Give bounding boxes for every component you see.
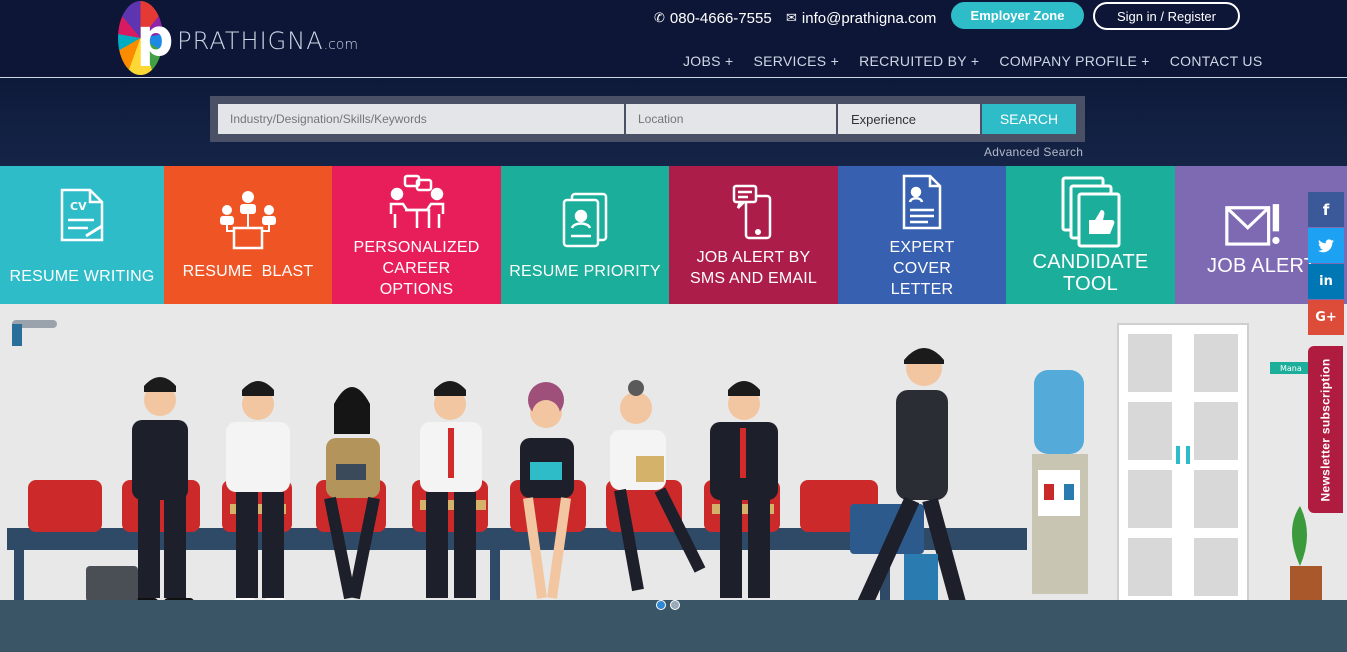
phone-contact[interactable]: ✆ 080-4666-7555 — [654, 8, 772, 28]
tile-candidate-tool[interactable]: CANDIDATE TOOL — [1006, 166, 1175, 304]
googleplus-icon[interactable]: G+ — [1308, 300, 1344, 335]
signin-register-button[interactable]: Sign in / Register — [1093, 2, 1240, 30]
tile-job-alert-sms-email[interactable]: JOB ALERT BY SMS AND EMAIL — [669, 166, 838, 304]
tile-label: JOB ALERT BY SMS AND EMAIL — [689, 249, 818, 287]
tile-label: RESUME PRIORITY — [509, 262, 661, 280]
experience-select[interactable]: Experience — [838, 104, 980, 134]
nav-services[interactable]: SERVICES + — [753, 53, 839, 69]
email-address: info@prathigna.com — [801, 9, 937, 27]
profile-cards-icon — [555, 189, 615, 251]
svg-text:CV: CV — [70, 200, 87, 213]
tile-resume-writing[interactable]: CV RESUME WRITING — [0, 166, 164, 304]
job-search-form: Experience SEARCH — [210, 96, 1085, 142]
site-header: p PRATHIGNA.com ✆ 080-4666-7555 ✉ info@p… — [0, 0, 1347, 78]
phone-icon: ✆ — [654, 10, 665, 25]
tile-label: RESUME WRITING — [9, 267, 155, 285]
tile-label: RESUME BLAST — [182, 262, 314, 280]
twitter-icon[interactable] — [1308, 228, 1344, 263]
hero-banner: Mana — [0, 304, 1347, 652]
tile-label: PERSONALIZED CAREER OPTIONS — [353, 238, 480, 298]
nav-contact-us[interactable]: CONTACT US — [1170, 53, 1263, 69]
team-network-icon — [218, 189, 278, 251]
tile-expert-cover-letter[interactable]: EXPERT COVER LETTER — [838, 166, 1006, 304]
mobile-message-icon — [724, 181, 784, 243]
logo-text: PRATHIGNA.com — [177, 26, 358, 55]
tile-resume-blast[interactable]: RESUME BLAST — [164, 166, 332, 304]
carousel-dot-2[interactable] — [670, 600, 680, 610]
carousel-dots — [656, 600, 680, 610]
newsletter-subscription-tab[interactable]: Newsletter subscription — [1308, 346, 1343, 513]
thumbs-up-cards-icon — [1059, 175, 1123, 249]
tile-resume-priority[interactable]: RESUME PRIORITY — [501, 166, 669, 304]
tile-label: EXPERT COVER LETTER — [889, 238, 955, 298]
tile-personalized-career-options[interactable]: PERSONALIZED CAREER OPTIONS — [332, 166, 501, 304]
social-sidebar: f in G+ — [1308, 192, 1344, 336]
advanced-search-link[interactable]: Advanced Search — [984, 145, 1083, 159]
employer-zone-button[interactable]: Employer Zone — [951, 2, 1084, 29]
logo-mark-icon: p — [118, 0, 174, 75]
mail-alert-icon — [1225, 194, 1285, 256]
facebook-icon[interactable]: f — [1308, 192, 1344, 227]
phone-number: 080-4666-7555 — [669, 9, 772, 27]
nav-company-profile[interactable]: COMPANY PROFILE + — [999, 53, 1149, 69]
envelope-icon: ✉ — [786, 10, 797, 25]
nav-jobs[interactable]: JOBS + — [683, 53, 733, 69]
keywords-input[interactable] — [218, 104, 624, 134]
location-input[interactable] — [626, 104, 836, 134]
profile-document-icon — [892, 171, 952, 233]
manager-sign-text: Mana — [1280, 364, 1302, 373]
search-button[interactable]: SEARCH — [982, 104, 1076, 134]
tile-label: JOB ALERT — [1207, 254, 1317, 277]
email-contact[interactable]: ✉ info@prathigna.com — [786, 8, 936, 28]
meeting-chat-icon — [387, 171, 447, 233]
main-nav: JOBS + SERVICES + RECRUITED BY + COMPANY… — [683, 53, 1262, 69]
logo[interactable]: p PRATHIGNA.com — [118, 0, 358, 75]
nav-recruited-by[interactable]: RECRUITED BY + — [859, 53, 979, 69]
carousel-dot-1[interactable] — [656, 600, 666, 610]
service-tiles: CV RESUME WRITING RESUME BLAST PERSONALI… — [0, 166, 1347, 304]
newsletter-label: Newsletter subscription — [1318, 358, 1333, 501]
cv-document-icon: CV — [52, 184, 112, 246]
tile-label: CANDIDATE TOOL — [1032, 251, 1149, 295]
linkedin-icon[interactable]: in — [1308, 264, 1344, 299]
